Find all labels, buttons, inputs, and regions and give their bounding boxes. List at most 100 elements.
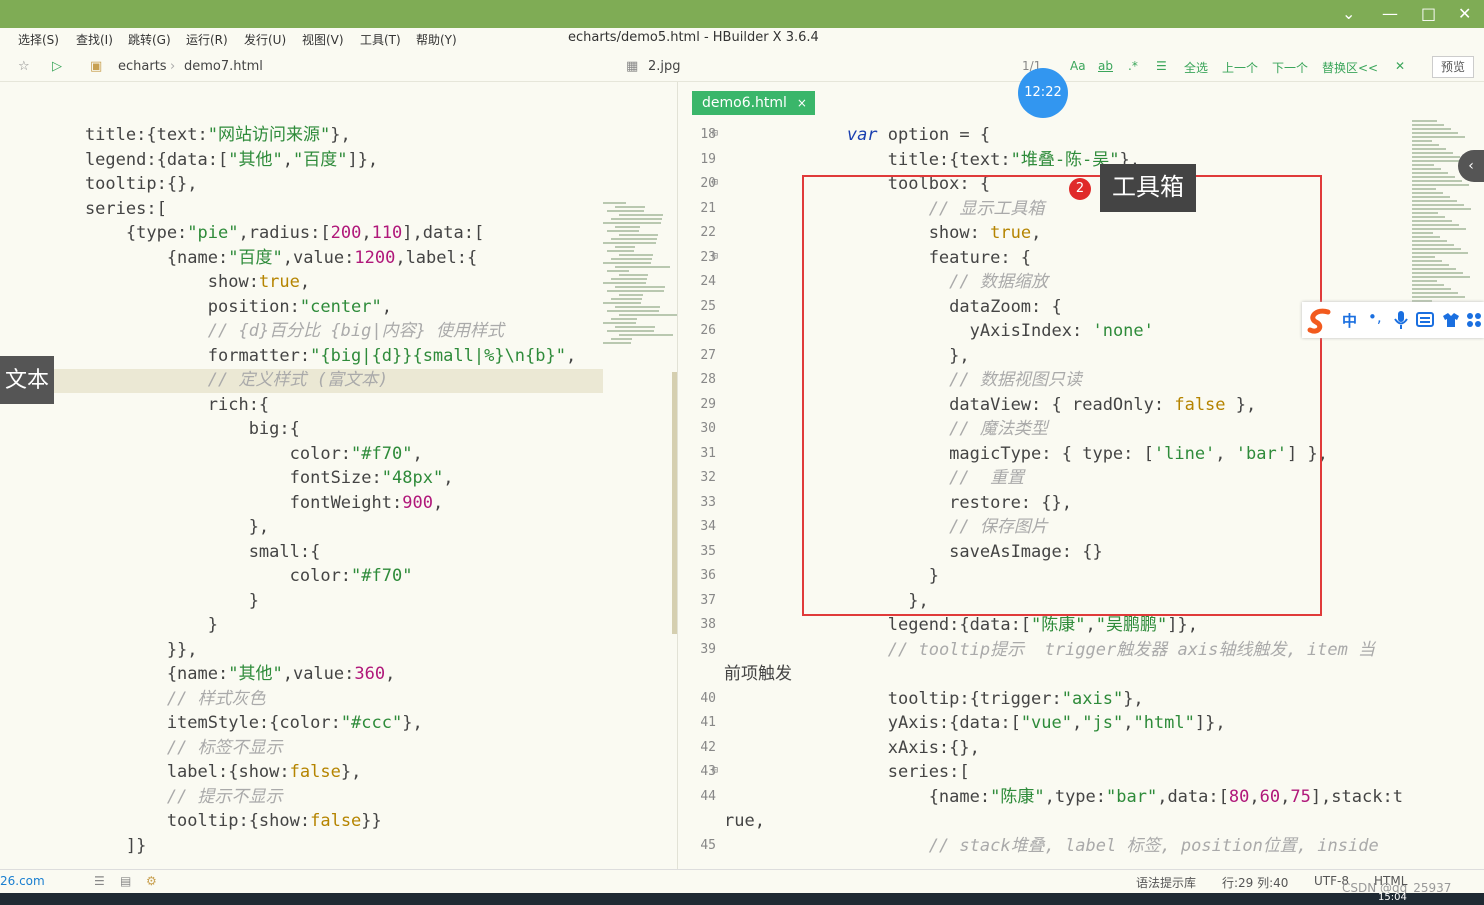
line-number[interactable]: 21: [680, 201, 716, 216]
code-line: series:[: [44, 198, 167, 219]
menu-view[interactable]: 视图(V): [302, 31, 344, 48]
cursor-position[interactable]: 行:29 列:40: [1222, 874, 1288, 891]
minimap-line: [1412, 168, 1441, 170]
line-number[interactable]: 44: [680, 789, 716, 804]
minimap-line: [611, 238, 657, 240]
line-number[interactable]: 32: [680, 470, 716, 485]
line-number[interactable]: 27: [680, 348, 716, 363]
replace-toggle-button[interactable]: 替换区<<: [1322, 59, 1378, 76]
line-number[interactable]: 33: [680, 495, 716, 510]
code-line: fontWeight:900,: [44, 492, 444, 513]
breadcrumb-file[interactable]: demo7.html: [184, 59, 263, 74]
minimize-icon[interactable]: —: [1382, 4, 1398, 23]
next-match-button[interactable]: 下一个: [1272, 59, 1308, 76]
microphone-icon[interactable]: [1394, 310, 1408, 330]
maximize-icon[interactable]: □: [1421, 4, 1436, 23]
minimap-line: [603, 242, 656, 244]
minimap-line: [1412, 136, 1465, 138]
image-file-name[interactable]: 2.jpg: [648, 59, 681, 74]
code-line: itemStyle:{color:"#ccc"},: [44, 713, 423, 733]
list-icon[interactable]: ☰: [1156, 59, 1167, 73]
line-number[interactable]: 40: [680, 691, 716, 706]
line-number[interactable]: 39: [680, 642, 716, 657]
line-number[interactable]: 28: [680, 372, 716, 387]
fold-icon[interactable]: ⊟: [712, 251, 718, 262]
left-editor[interactable]: title:{text:"网站访问来源"}, legend:{data:["其他…: [0, 82, 678, 869]
close-icon[interactable]: ✕: [1458, 4, 1471, 23]
right-minimap[interactable]: [1412, 120, 1484, 310]
fold-icon[interactable]: ⊟: [712, 765, 718, 776]
menu-select[interactable]: 选择(S): [18, 31, 59, 48]
minimap-line: [603, 262, 651, 264]
ime-punct[interactable]: •,: [1368, 308, 1382, 326]
star-icon[interactable]: ☆: [18, 59, 30, 74]
line-number[interactable]: 25: [680, 299, 716, 314]
line-number[interactable]: 34: [680, 519, 716, 534]
ime-toolbar[interactable]: 中 •,: [1302, 302, 1484, 338]
fold-icon[interactable]: ⊟: [712, 177, 718, 188]
line-number[interactable]: 41: [680, 715, 716, 730]
line-number[interactable]: 24: [680, 274, 716, 289]
minimap-line: [615, 206, 645, 208]
find-close-icon[interactable]: ✕: [1395, 59, 1405, 73]
line-number[interactable]: 30: [680, 421, 716, 436]
ime-mode[interactable]: 中: [1342, 310, 1357, 331]
keyboard-icon[interactable]: [1416, 312, 1434, 328]
menu-help[interactable]: 帮助(Y): [416, 31, 457, 48]
regex-icon[interactable]: .*: [1128, 59, 1138, 73]
select-all-button[interactable]: 全选: [1184, 59, 1208, 76]
match-case-toggle[interactable]: Aa: [1070, 59, 1086, 73]
code-line: ]}: [44, 835, 147, 856]
left-scrollbar[interactable]: [672, 372, 677, 634]
menu-tools[interactable]: 工具(T): [360, 31, 401, 48]
menu-publish[interactable]: 发行(U): [244, 31, 286, 48]
line-number[interactable]: 20: [680, 176, 716, 191]
list-icon[interactable]: ☰: [94, 874, 105, 888]
prev-match-button[interactable]: 上一个: [1222, 59, 1258, 76]
code-line: show:true,: [44, 272, 311, 292]
line-number[interactable]: 31: [680, 446, 716, 461]
menu-goto[interactable]: 跳转(G): [128, 31, 171, 48]
minimap-line: [603, 342, 631, 344]
left-minimap[interactable]: [603, 202, 677, 352]
line-number[interactable]: 43: [680, 764, 716, 779]
minimap-line: [619, 234, 658, 236]
toolbox-highlight-box: [802, 175, 1322, 616]
code-line: // 标签不显示: [166, 737, 283, 758]
line-number[interactable]: 26: [680, 323, 716, 338]
code-line: rich:{: [44, 394, 270, 415]
tab-label: demo6.html: [702, 95, 787, 111]
line-number[interactable]: 35: [680, 544, 716, 559]
line-number[interactable]: 29: [680, 397, 716, 412]
plugin-icon[interactable]: ⚙: [146, 874, 157, 888]
line-number[interactable]: 22: [680, 225, 716, 240]
run-icon[interactable]: ▷: [52, 59, 62, 74]
line-number[interactable]: 36: [680, 568, 716, 583]
line-number[interactable]: 45: [680, 838, 716, 853]
fold-icon[interactable]: ⊟: [712, 128, 718, 139]
line-number[interactable]: 23: [680, 250, 716, 265]
breadcrumb-project[interactable]: echarts: [118, 59, 167, 74]
minimap-line: [611, 318, 637, 320]
preview-button[interactable]: 预览: [1432, 56, 1474, 78]
status-site[interactable]: 26.com: [0, 874, 45, 888]
chevron-left-icon[interactable]: ‹: [1458, 150, 1484, 182]
syntax-hint-library[interactable]: 语法提示库: [1136, 874, 1196, 891]
tab-close-icon[interactable]: ×: [797, 91, 807, 115]
console-icon[interactable]: ▤: [120, 874, 131, 888]
menu-find[interactable]: 查找(I): [76, 31, 113, 48]
skin-icon[interactable]: [1442, 312, 1460, 328]
line-number[interactable]: 42: [680, 740, 716, 755]
line-number[interactable]: 19: [680, 152, 716, 167]
whole-word-toggle[interactable]: ab: [1098, 59, 1113, 73]
toolbox-grid-icon[interactable]: [1466, 312, 1482, 328]
line-number[interactable]: 38: [680, 617, 716, 632]
code-line: {name:"其他",value:360,: [44, 664, 396, 684]
line-number[interactable]: 18: [680, 127, 716, 142]
tab-demo6[interactable]: demo6.html ×: [692, 91, 815, 115]
minimap-line: [619, 214, 663, 216]
menu-run[interactable]: 运行(R): [186, 31, 228, 48]
chevron-down-icon[interactable]: ⌄: [1342, 4, 1355, 23]
code-line: fontSize:"48px",: [44, 468, 454, 488]
line-number[interactable]: 37: [680, 593, 716, 608]
